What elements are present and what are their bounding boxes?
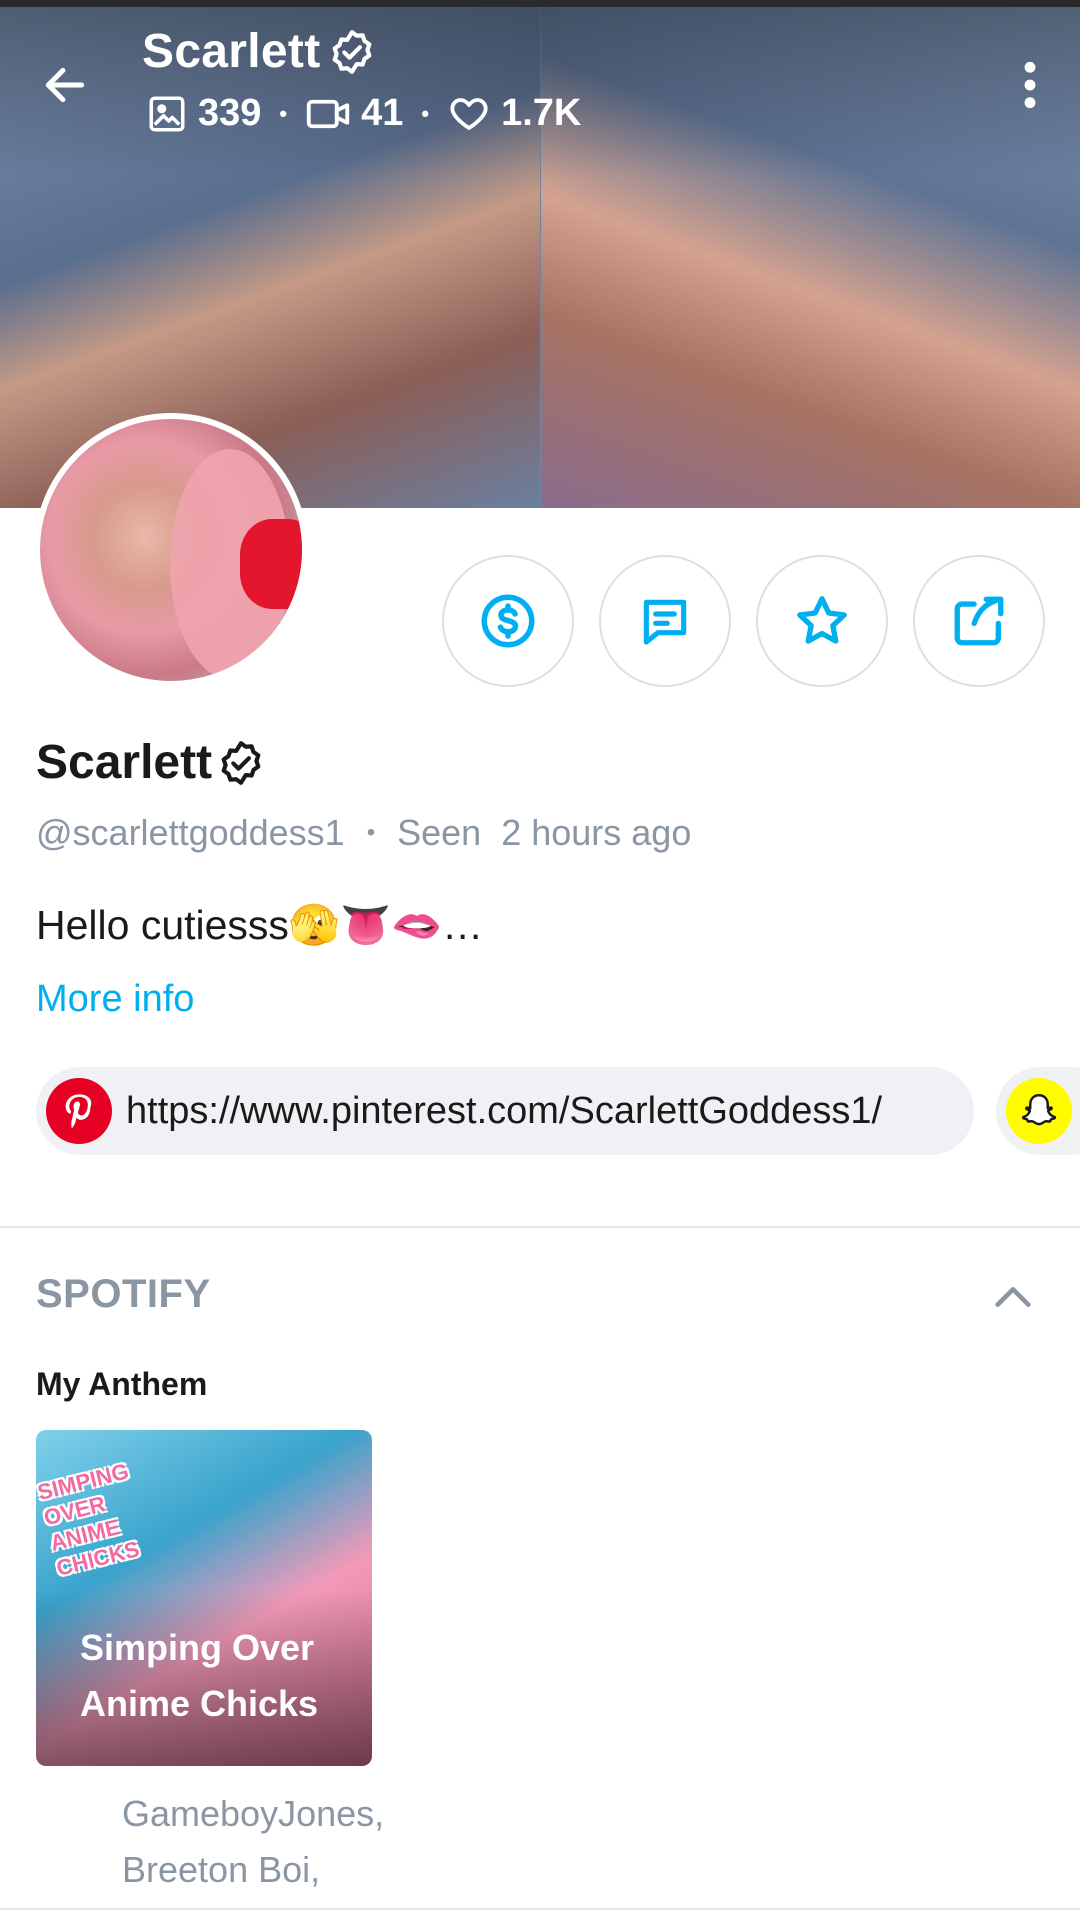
- verified-badge-icon: [332, 29, 371, 74]
- pinterest-url: https://www.pinterest.com/ScarlettGoddes…: [126, 1089, 883, 1132]
- anthem-label: My Anthem: [36, 1366, 208, 1402]
- header-title: Scarlett: [142, 24, 377, 79]
- pinterest-link[interactable]: https://www.pinterest.com/ScarlettGoddes…: [36, 1067, 974, 1155]
- album-card[interactable]: SIMPING OVER ANIME CHICKS Simping Over A…: [36, 1430, 372, 1766]
- album-art-text: SIMPING OVER ANIME CHICKS: [36, 1458, 142, 1581]
- profile-name: Scarlett: [36, 735, 266, 790]
- handle-row: @scarlettgoddess1 • Seen 2 hours ago: [36, 812, 692, 853]
- star-icon: [797, 596, 847, 644]
- arrow-left-icon: [45, 67, 85, 103]
- snapchat-icon: [1006, 1078, 1072, 1144]
- message-icon: [643, 599, 687, 645]
- seen-label: Seen: [397, 812, 482, 853]
- artist-name: Breeton Boi,: [122, 1849, 321, 1890]
- snapchat-link[interactable]: [996, 1067, 1080, 1155]
- header-stats: 339 • 41 • 1.7K: [146, 92, 581, 135]
- last-seen: 2 hours ago: [501, 812, 692, 853]
- bio-text: Hello cutiesss🫣👅🫦…: [36, 902, 484, 948]
- more-options-button[interactable]: [1000, 50, 1060, 120]
- album-title: Simping Over Anime Chicks: [80, 1627, 319, 1724]
- profile-actions: [442, 555, 1045, 687]
- share-button[interactable]: [913, 555, 1045, 687]
- share-icon: [954, 596, 1004, 646]
- display-name: Scarlett: [36, 736, 213, 789]
- message-button[interactable]: [599, 555, 731, 687]
- more-info-link[interactable]: More info: [36, 978, 194, 1021]
- likes-count: 1.7K: [447, 92, 581, 135]
- section-divider: [0, 1226, 1080, 1228]
- status-strip: [0, 0, 1080, 7]
- favorite-button[interactable]: [756, 555, 888, 687]
- collapse-section-button[interactable]: [982, 1266, 1044, 1328]
- avatar[interactable]: [34, 413, 308, 687]
- artist-list: GameboyJones, Breeton Boi,: [122, 1786, 384, 1898]
- tip-button[interactable]: [442, 555, 574, 687]
- pinterest-icon: [46, 1078, 112, 1144]
- artist-name: GameboyJones,: [122, 1793, 385, 1834]
- header-name: Scarlett: [142, 25, 321, 78]
- photos-count: 339: [146, 92, 261, 135]
- back-button[interactable]: [30, 50, 100, 120]
- spotify-section-title: SPOTIFY: [36, 1272, 211, 1316]
- video-icon: [306, 99, 350, 128]
- dollar-circle-icon: [481, 594, 535, 648]
- chevron-up-icon: [995, 1287, 1031, 1307]
- image-icon: [149, 96, 185, 131]
- heart-icon: [450, 97, 488, 130]
- videos-count: 41: [305, 92, 403, 135]
- verified-badge-icon: [221, 740, 261, 785]
- more-vertical-icon: [1024, 61, 1036, 109]
- username: @scarlettgoddess1: [36, 812, 345, 853]
- bottom-divider: [0, 1908, 1080, 1910]
